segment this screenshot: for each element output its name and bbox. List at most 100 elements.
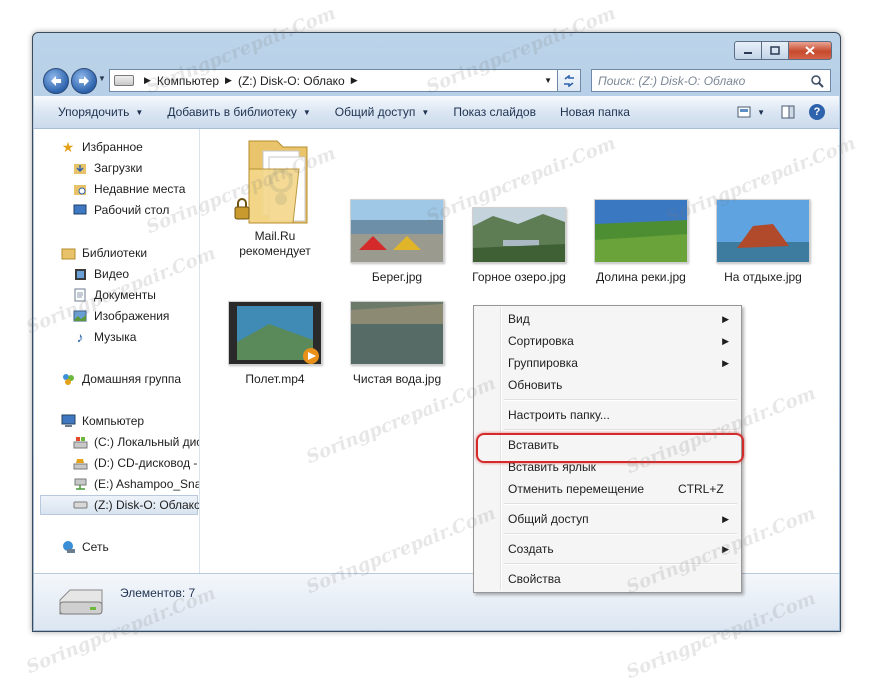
menu-item-view[interactable]: Вид ▶	[508, 309, 735, 329]
nav-drive-z-selected[interactable]: (Z:) Disk-O: Облако	[40, 495, 199, 515]
menu-item-group[interactable]: Группировка ▶	[508, 353, 735, 373]
file-item-dolina-reki[interactable]: Долина реки.jpg	[586, 199, 696, 285]
nav-desktop[interactable]: Рабочий стол	[72, 200, 169, 220]
nav-libraries[interactable]: Библиотеки	[60, 243, 147, 263]
chevron-down-icon: ▼	[421, 107, 430, 117]
maximize-icon	[770, 46, 780, 55]
nav-computer[interactable]: Компьютер	[60, 411, 144, 431]
add-to-library-button[interactable]: Добавить в библиотеку ▼	[155, 96, 322, 128]
file-item-chistaya-voda[interactable]: Чистая вода.jpg	[342, 301, 452, 387]
nav-label: (E:) Ashampoo_Snap	[94, 477, 200, 491]
share-label: Общий доступ	[334, 105, 416, 119]
menu-label: Создать	[508, 542, 554, 556]
close-button[interactable]	[788, 41, 832, 60]
menu-label: Обновить	[508, 378, 563, 392]
recent-places-icon	[72, 182, 88, 196]
share-button[interactable]: Общий доступ ▼	[323, 96, 442, 128]
image-thumbnail	[350, 301, 444, 365]
nav-images[interactable]: Изображения	[72, 306, 169, 326]
file-name: Долина реки.jpg	[596, 270, 686, 284]
file-name: Берег.jpg	[371, 270, 423, 284]
file-item-bereg[interactable]: Берег.jpg	[342, 199, 452, 285]
pictures-library-icon	[72, 309, 88, 323]
file-item-polet-video[interactable]: Полет.mp4	[220, 301, 330, 387]
menu-separator	[504, 533, 737, 535]
nav-recent-places[interactable]: Недавние места	[72, 179, 185, 199]
items-count: Элементов: 7	[120, 586, 196, 600]
nav-drive-e[interactable]: (E:) Ashampoo_Snap	[72, 474, 200, 494]
menu-shortcut: CTRL+Z	[678, 482, 724, 496]
file-item-na-otdykhe[interactable]: На отдыхе.jpg	[708, 199, 818, 285]
view-options-button[interactable]: ▼	[731, 96, 771, 128]
nav-label: Компьютер	[82, 414, 145, 428]
address-dropdown-icon[interactable]: ▼	[544, 76, 552, 85]
preview-pane-button[interactable]	[771, 96, 805, 128]
file-name: Чистая вода.jpg	[352, 372, 442, 386]
submenu-arrow-icon: ▶	[722, 335, 729, 346]
nav-favorites[interactable]: ★ Избранное	[60, 137, 143, 157]
command-bar: Упорядочить ▼ Добавить в библиотеку ▼ Общи…	[34, 96, 839, 129]
breadcrumb-separator-icon[interactable]: ▶	[144, 75, 151, 86]
nav-drive-d[interactable]: (D:) CD-дисковод - `	[72, 453, 199, 473]
breadcrumb-computer[interactable]: Компьютер	[157, 74, 219, 88]
nav-label: Видео	[94, 267, 130, 281]
menu-label: Группировка	[508, 356, 578, 370]
new-folder-button[interactable]: Новая папка	[548, 96, 642, 128]
video-library-icon	[72, 267, 88, 281]
file-item-mailru-folder[interactable]: Mail.Ru рекомендует	[220, 133, 330, 259]
breadcrumb-separator-icon[interactable]: ▶	[351, 75, 358, 86]
menu-item-create[interactable]: Создать ▶	[508, 539, 735, 559]
image-thumbnail	[350, 199, 444, 263]
organize-button[interactable]: Упорядочить ▼	[34, 96, 155, 128]
menu-label: Сортировка	[508, 334, 574, 348]
nav-label: Загрузки	[94, 161, 143, 175]
view-icon	[737, 106, 751, 118]
forward-button[interactable]	[71, 68, 97, 94]
minimize-button[interactable]	[734, 41, 762, 60]
maximize-button[interactable]	[761, 41, 789, 60]
menu-item-share[interactable]: Общий доступ ▶	[508, 509, 735, 529]
nav-homegroup[interactable]: Домашняя группа	[60, 369, 181, 389]
menu-item-sort[interactable]: Сортировка ▶	[508, 331, 735, 351]
menu-item-customize[interactable]: Настроить папку...	[508, 405, 735, 425]
breadcrumb-disk-o[interactable]: (Z:) Disk-O: Облако	[238, 74, 345, 88]
search-icon[interactable]	[810, 74, 824, 88]
new-folder-label: Новая папка	[559, 105, 630, 119]
back-arrow-icon	[51, 76, 61, 86]
nav-video[interactable]: Видео	[72, 264, 129, 284]
slideshow-button[interactable]: Показ слайдов	[441, 96, 548, 128]
nav-network[interactable]: Сеть	[60, 537, 109, 557]
star-icon: ★	[61, 138, 75, 155]
menu-item-undo-move[interactable]: Отменить перемещение CTRL+Z	[508, 479, 735, 499]
image-thumbnail	[594, 199, 688, 263]
submenu-arrow-icon: ▶	[722, 313, 729, 324]
refresh-button[interactable]	[557, 69, 581, 92]
file-name: Полет.mp4	[245, 372, 305, 386]
file-item-gornoe-ozero[interactable]: Горное озеро.jpg	[464, 207, 574, 285]
menu-separator	[504, 563, 737, 565]
desktop-icon	[72, 203, 88, 217]
search-input[interactable]: Поиск: (Z:) Disk-O: Облако	[591, 69, 831, 92]
nav-downloads[interactable]: Загрузки	[72, 158, 142, 178]
breadcrumb-separator-icon[interactable]: ▶	[225, 75, 232, 86]
nav-label: Изображения	[94, 309, 170, 323]
help-button[interactable]: ?	[805, 96, 839, 128]
nav-label: (C:) Локальный дис	[94, 435, 200, 449]
nav-label: Избранное	[82, 140, 143, 154]
nav-music[interactable]: ♪ Музыка	[72, 327, 137, 347]
preview-pane-icon	[781, 105, 795, 119]
nav-label: Домашняя группа	[82, 372, 182, 386]
caption-buttons	[734, 41, 832, 60]
folder-icon	[234, 140, 308, 224]
address-bar[interactable]: ▶ Компьютер ▶ (Z:) Disk-O: Облако ▶ ▼	[109, 69, 559, 92]
homegroup-icon	[60, 372, 76, 386]
nav-drive-c[interactable]: (C:) Локальный дис	[72, 432, 200, 452]
recent-pages-chevron-icon[interactable]: ▼	[98, 74, 106, 83]
back-button[interactable]	[43, 68, 69, 94]
music-library-icon: ♪	[76, 329, 84, 345]
nav-documents[interactable]: Документы	[72, 285, 156, 305]
menu-item-properties[interactable]: Свойства	[508, 569, 735, 589]
menu-label: Настроить папку...	[508, 408, 610, 422]
menu-item-refresh[interactable]: Обновить	[508, 375, 735, 395]
nav-label: Документы	[94, 288, 156, 302]
